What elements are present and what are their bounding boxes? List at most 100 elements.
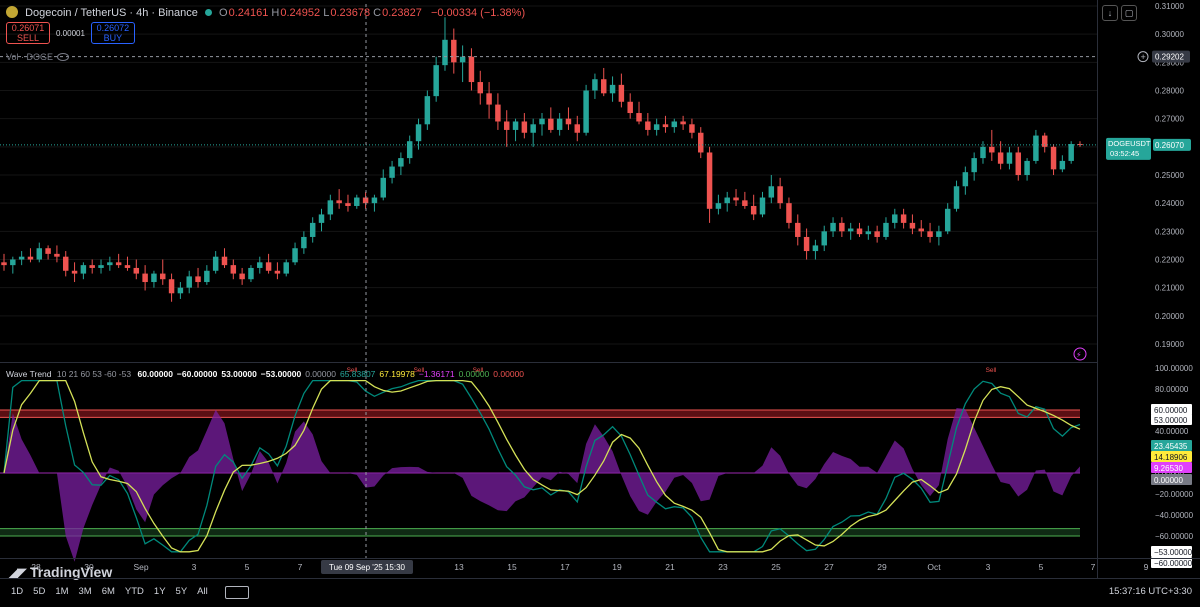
ind-badge-value: 23.45435 <box>1154 442 1188 451</box>
candle-body <box>936 231 942 237</box>
time-tick-label: 17 <box>560 562 570 572</box>
candle-body <box>1033 135 1039 161</box>
candle-down <box>997 141 1004 170</box>
low-value: 0.23678 <box>330 7 371 19</box>
range-button-6m[interactable]: 6M <box>97 586 120 599</box>
range-button-all[interactable]: All <box>192 586 213 599</box>
candle-up <box>389 160 395 184</box>
candle-up <box>724 191 730 212</box>
countdown: 03:52:45 <box>1110 149 1139 158</box>
candle-body <box>980 146 986 159</box>
volume-label: Vol · DOGE <box>6 52 54 62</box>
sell-signal-label: Sell <box>986 367 997 374</box>
candle-body <box>521 121 528 133</box>
time-tick-label: 27 <box>824 562 834 572</box>
indicator-legend[interactable]: Wave Trend 10 21 60 53 -60 -53 60.00000−… <box>6 369 528 379</box>
clock[interactable]: 15:37:16 UTC+3:30 <box>1109 586 1192 597</box>
current-price-value: 0.26070 <box>1155 141 1184 150</box>
candle-down <box>627 93 633 119</box>
candle-body <box>530 124 536 133</box>
indicator-value: 0.00000 <box>493 369 525 379</box>
indicator-value: 53.00000 <box>221 369 257 379</box>
candle-body <box>609 84 616 94</box>
candle-down <box>142 265 148 291</box>
indicator-name[interactable]: Wave Trend <box>6 369 52 379</box>
candle-body <box>556 118 563 130</box>
candle-down <box>742 191 748 209</box>
ind-tick-label: 100.00000 <box>1155 364 1193 373</box>
candle-body <box>812 245 819 252</box>
candle-body <box>539 118 545 125</box>
candle-body <box>830 222 836 232</box>
candle-up <box>892 208 898 229</box>
maximize-icon[interactable]: ▢ <box>1121 5 1137 21</box>
range-button-ytd[interactable]: YTD <box>120 586 149 599</box>
candle-down <box>195 267 201 288</box>
candle-down <box>689 118 695 139</box>
candle-up <box>36 242 43 263</box>
symbol-title[interactable]: Dogecoin / TetherUS · 4h · Binance <box>25 7 198 19</box>
range-button-5y[interactable]: 5Y <box>171 586 193 599</box>
candle-up <box>609 76 616 102</box>
symbol-header[interactable]: Dogecoin / TetherUS · 4h · Binance O0.24… <box>6 6 525 19</box>
chart-canvas[interactable]: 0.310000.300000.290000.280000.270000.260… <box>0 0 1200 606</box>
crosshair-time-value: Tue 09 Sep '25 15:30 <box>329 563 406 572</box>
price-tick-label: 0.22000 <box>1155 256 1184 265</box>
candle-body <box>380 177 386 198</box>
candle-up <box>759 191 766 218</box>
candle-up <box>424 90 431 130</box>
buy-button[interactable]: 0.26072 BUY <box>90 22 135 44</box>
range-button-1y[interactable]: 1Y <box>149 586 171 599</box>
candle-body <box>54 253 60 257</box>
range-button-1d[interactable]: 1D <box>6 586 28 599</box>
candle-body <box>777 186 783 204</box>
open-label: O <box>219 7 228 19</box>
candle-up <box>539 113 545 136</box>
price-tick-label: 0.28000 <box>1155 87 1184 96</box>
range-button-1m[interactable]: 1M <box>50 586 73 599</box>
candle-body <box>742 200 748 206</box>
candle-up <box>971 152 977 181</box>
wt1-line <box>3 379 1081 553</box>
candle-down <box>565 107 572 130</box>
price-tick-label: 0.21000 <box>1155 284 1184 293</box>
sell-button[interactable]: 0.26071 SELL <box>6 22 50 44</box>
ind-badge-value: −60.00000 <box>1154 559 1193 568</box>
candle-down <box>856 222 863 237</box>
candle-body <box>548 118 554 130</box>
eye-icon[interactable] <box>57 53 70 61</box>
candle-body <box>795 222 801 237</box>
candle-down <box>230 259 237 280</box>
range-button-3m[interactable]: 3M <box>74 586 97 599</box>
candle-body <box>1059 160 1066 170</box>
price-tick-label: 0.30000 <box>1155 30 1184 39</box>
ind-badge-value: 14.18906 <box>1154 453 1188 462</box>
candle-body <box>283 262 289 274</box>
candle-body <box>662 124 669 128</box>
candle-down <box>1077 141 1083 147</box>
candle-down <box>680 115 686 130</box>
candle-down <box>795 214 801 246</box>
candle-up <box>301 231 307 254</box>
candle-body <box>918 228 924 232</box>
pane-separator[interactable] <box>0 362 1097 363</box>
candle-body <box>1050 146 1057 170</box>
candle-body <box>345 203 351 206</box>
volume-legend[interactable]: Vol · DOGE <box>6 52 70 62</box>
time-tick-label: 5 <box>1039 562 1044 572</box>
arrow-down-icon[interactable]: ↓ <box>1102 5 1118 21</box>
candle-up <box>1033 129 1039 164</box>
candle-body <box>274 270 281 274</box>
indicator-value: 60.00000 <box>137 369 173 379</box>
candle-up <box>442 17 448 71</box>
candle-body <box>398 158 404 167</box>
candle-up <box>459 45 466 83</box>
ind-tick-label: 80.00000 <box>1155 385 1189 394</box>
time-tick-label: 7 <box>1091 562 1096 572</box>
sell-label: SELL <box>16 33 40 43</box>
bottom-toolbar: 1D 5D 1M 3M 6M YTD 1Y 5Y All 15:37:16 UTC+3:30 <box>0 578 1200 607</box>
candle-body <box>892 214 898 223</box>
candle-up <box>18 251 25 266</box>
calendar-icon[interactable] <box>224 586 249 599</box>
range-button-5d[interactable]: 5D <box>28 586 50 599</box>
